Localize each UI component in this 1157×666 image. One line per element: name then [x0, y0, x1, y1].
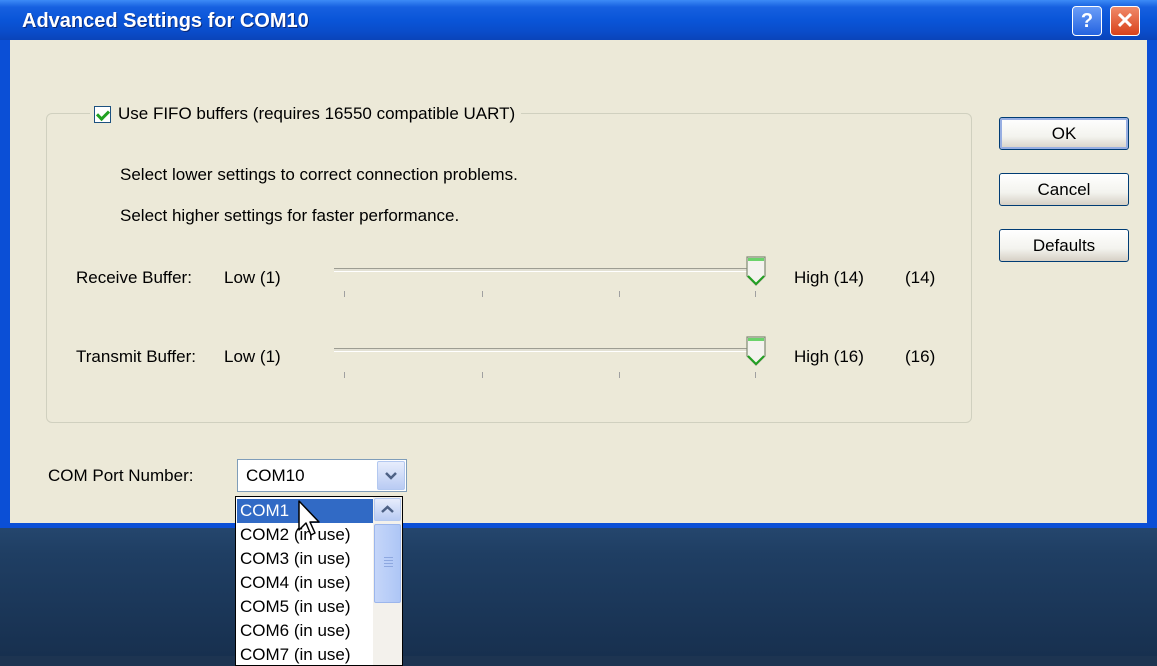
grip-line: [384, 563, 393, 564]
fifo-checkbox-label: Use FIFO buffers (requires 16550 compati…: [118, 104, 516, 123]
transmit-buffer-label: Transmit Buffer:: [76, 347, 196, 366]
close-button[interactable]: ✕: [1110, 6, 1140, 36]
receive-value: (14): [905, 268, 936, 287]
cancel-button[interactable]: Cancel: [999, 173, 1129, 206]
transmit-low-label: Low (1): [224, 347, 281, 366]
fifo-checkbox[interactable]: [94, 105, 111, 123]
mouse-pointer-icon: [298, 500, 320, 536]
grip-line: [384, 560, 393, 561]
help-button[interactable]: ?: [1072, 6, 1102, 36]
receive-tick: [344, 291, 345, 297]
window-title: Advanced Settings for COM10: [22, 10, 309, 32]
transmit-slider-track[interactable]: [334, 348, 762, 352]
transmit-slider-thumb[interactable]: [746, 336, 766, 366]
transmit-tick: [619, 372, 620, 378]
chevron-up-icon: [381, 505, 394, 513]
list-item[interactable]: COM7 (in use): [237, 643, 373, 665]
ok-button[interactable]: OK: [999, 117, 1129, 150]
receive-high-label: High (14): [794, 268, 864, 287]
transmit-tick: [344, 372, 345, 378]
com-port-dropdown-button[interactable]: [377, 461, 405, 490]
receive-tick: [619, 291, 620, 297]
receive-tick: [482, 291, 483, 297]
transmit-value: (16): [905, 347, 936, 366]
grip-line: [384, 557, 393, 558]
title-bar[interactable]: Advanced Settings for COM10 ? ✕: [0, 0, 1157, 40]
com-port-select[interactable]: COM10: [237, 459, 407, 492]
dropdown-scrollbar[interactable]: [373, 497, 402, 665]
transmit-high-label: High (16): [794, 347, 864, 366]
receive-low-label: Low (1): [224, 268, 281, 287]
receive-tick: [755, 291, 756, 297]
defaults-button[interactable]: Defaults: [999, 229, 1129, 262]
close-icon: ✕: [1115, 8, 1135, 33]
receive-buffer-label: Receive Buffer:: [76, 268, 192, 287]
list-item[interactable]: COM4 (in use): [237, 571, 373, 595]
com-port-selected-value: COM10: [246, 466, 305, 485]
transmit-tick: [482, 372, 483, 378]
checkmark-icon: [95, 106, 111, 121]
hint-lower-text: Select lower settings to correct connect…: [120, 165, 518, 184]
hint-higher-text: Select higher settings for faster perfor…: [120, 206, 460, 225]
advanced-settings-dialog: Advanced Settings for COM10 ? ✕ Use FIFO…: [0, 0, 1157, 528]
scroll-up-button[interactable]: [374, 498, 401, 521]
com-port-label: COM Port Number:: [48, 466, 194, 485]
dialog-client-area: Use FIFO buffers (requires 16550 compati…: [10, 40, 1147, 523]
transmit-tick: [755, 372, 756, 378]
receive-slider-track[interactable]: [334, 268, 762, 272]
grip-line: [384, 566, 393, 567]
list-item[interactable]: COM3 (in use): [237, 547, 373, 571]
chevron-down-icon: [385, 472, 397, 480]
fifo-checkbox-row[interactable]: Use FIFO buffers (requires 16550 compati…: [90, 102, 522, 126]
list-item[interactable]: COM6 (in use): [237, 619, 373, 643]
receive-slider-thumb[interactable]: [746, 256, 766, 286]
scroll-thumb[interactable]: [374, 524, 401, 603]
help-icon: ?: [1080, 10, 1094, 32]
list-item[interactable]: COM5 (in use): [237, 595, 373, 619]
